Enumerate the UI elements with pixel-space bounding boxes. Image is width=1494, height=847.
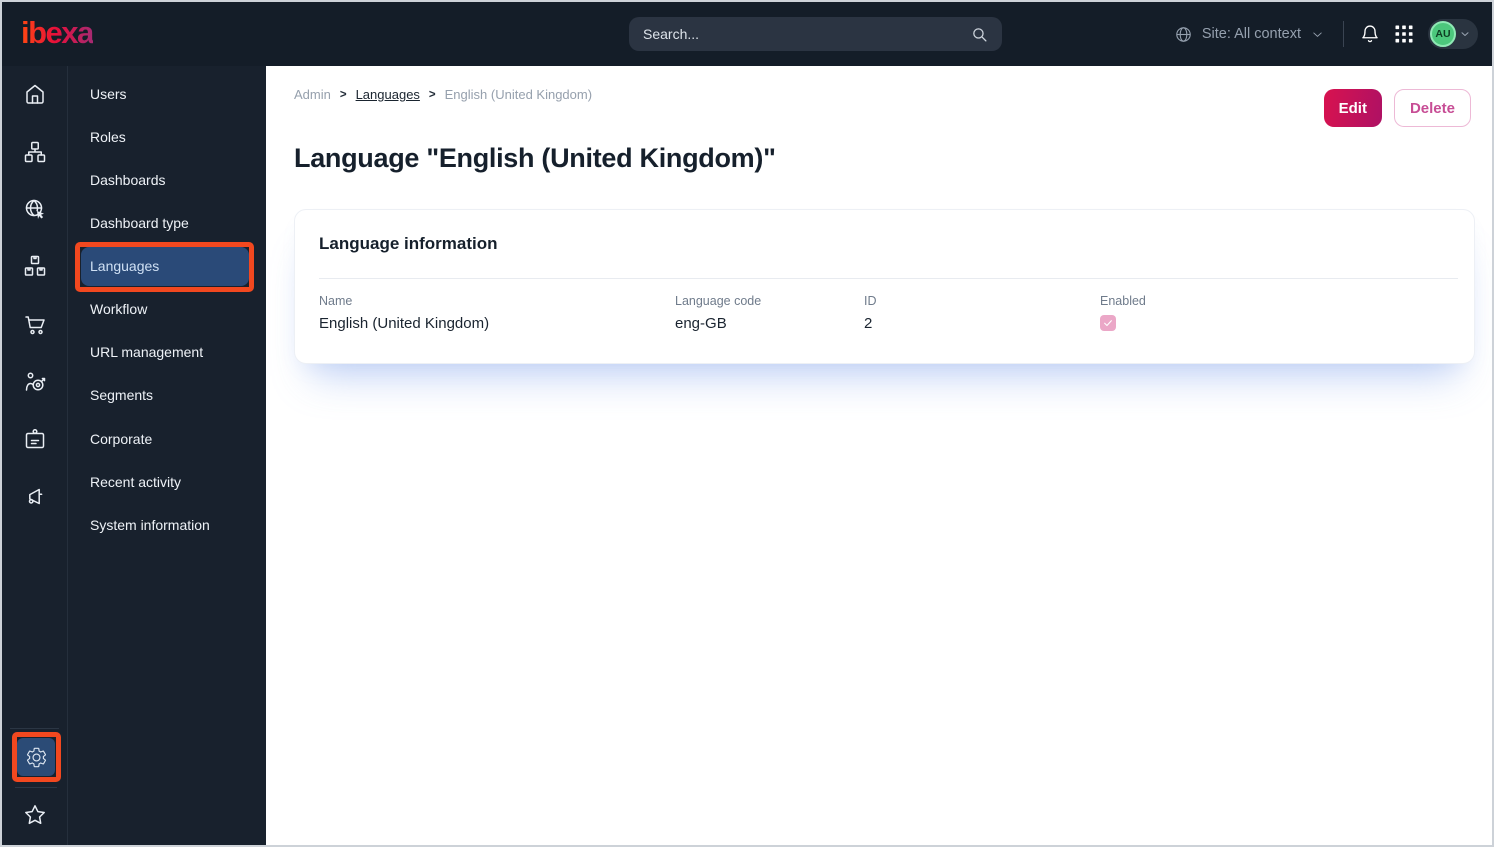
card-heading: Language information <box>319 234 498 253</box>
app-window: ibexa Site: All context <box>0 0 1494 847</box>
field-label: ID <box>864 294 877 308</box>
field-label: Language code <box>675 294 762 308</box>
enabled-checkbox[interactable] <box>1100 315 1116 331</box>
commerce-cart-icon <box>24 316 45 335</box>
card-divider <box>319 278 1458 279</box>
rail-item-site[interactable] <box>2 189 67 229</box>
rail-item-products[interactable] <box>2 246 67 286</box>
personalization-target-icon <box>25 372 45 391</box>
search-icon <box>973 27 987 42</box>
gear-icon <box>26 747 46 767</box>
page-title: Language "English (United Kingdom)" <box>294 143 776 173</box>
main-nav-rail <box>2 66 67 845</box>
topbar-right-cluster: Site: All context AU <box>1174 2 1478 66</box>
delete-button[interactable]: Delete <box>1393 89 1471 127</box>
field-value: eng-GB <box>675 315 727 332</box>
search-input[interactable] <box>643 26 971 42</box>
field-id: ID 2 <box>864 294 1100 332</box>
admin-sidebar: Users Roles Dashboards Dashboard type La… <box>67 66 266 845</box>
site-globe-cursor-icon <box>25 199 44 219</box>
sidebar-item-label: Users <box>90 86 127 102</box>
rail-item-personalization[interactable] <box>2 362 67 402</box>
notifications-button[interactable] <box>1360 24 1380 44</box>
language-information-card: Language information Name English (Unite… <box>294 209 1475 364</box>
rail-divider <box>15 787 57 788</box>
sidebar-item-label: URL management <box>90 344 204 360</box>
user-menu[interactable]: AU <box>1428 19 1478 49</box>
sidebar-item-dashboard-type[interactable]: Dashboard type <box>68 202 266 244</box>
sidebar-item-label: Dashboards <box>90 172 166 188</box>
rail-divider <box>10 728 59 729</box>
checkmark-icon <box>1104 320 1112 327</box>
products-boxes-icon <box>24 255 45 276</box>
edit-button[interactable]: Edit <box>1323 89 1382 127</box>
rail-item-commerce[interactable] <box>2 304 67 344</box>
site-context-label: Site: All context <box>1201 26 1301 42</box>
site-context-selector[interactable]: Site: All context <box>1174 25 1325 44</box>
global-search[interactable] <box>629 17 1002 51</box>
field-value: 2 <box>864 315 873 332</box>
sidebar-item-system-information[interactable]: System information <box>68 504 266 546</box>
sidebar-item-label: System information <box>90 517 210 533</box>
sidebar-item-corporate[interactable]: Corporate <box>68 418 266 460</box>
breadcrumb-link-languages[interactable]: Languages <box>356 87 420 102</box>
sidebar-item-label: Corporate <box>90 431 153 447</box>
field-name: Name English (United Kingdom) <box>319 294 675 332</box>
sidebar-item-label: Segments <box>90 387 154 403</box>
sidebar-item-languages[interactable]: Languages <box>68 245 266 287</box>
rail-item-home[interactable] <box>2 74 67 114</box>
app-grid-icon <box>1395 25 1413 43</box>
rail-item-bookmarks[interactable] <box>2 795 67 835</box>
sidebar-item-users[interactable]: Users <box>68 73 266 115</box>
rail-item-content-tree[interactable] <box>2 132 67 172</box>
field-value: English (United Kingdom) <box>319 315 490 332</box>
main-content: Admin > Languages > English (United King… <box>266 66 1492 845</box>
ibexa-logo[interactable]: ibexa <box>21 15 94 51</box>
page-actions: Edit Delete <box>1323 89 1471 127</box>
sidebar-item-label: Languages <box>90 258 160 274</box>
sidebar-item-label: Dashboard type <box>90 215 189 231</box>
breadcrumb-separator: > <box>339 88 347 101</box>
breadcrumb: Admin > Languages > English (United King… <box>294 87 592 102</box>
corporate-badge-icon <box>25 428 44 449</box>
megaphone-icon <box>28 488 42 505</box>
breadcrumb-item-current: English (United Kingdom) <box>444 87 593 102</box>
breadcrumb-item-admin: Admin <box>294 87 331 102</box>
globe-icon <box>1176 26 1191 42</box>
home-icon <box>25 84 44 104</box>
sidebar-item-segments[interactable]: Segments <box>68 374 266 416</box>
rail-item-marketing[interactable] <box>2 477 67 517</box>
sidebar-item-label: Workflow <box>90 301 148 317</box>
language-fields: Name English (United Kingdom) Language c… <box>319 294 1458 332</box>
topbar-divider <box>1343 21 1344 47</box>
sidebar-item-url-management[interactable]: URL management <box>68 331 266 373</box>
sidebar-item-recent-activity[interactable]: Recent activity <box>68 461 266 503</box>
chevron-down-icon <box>1313 32 1322 37</box>
app-switcher-button[interactable] <box>1395 25 1413 43</box>
field-label: Name <box>319 294 353 308</box>
content-tree-icon <box>24 141 45 163</box>
rail-item-admin-settings[interactable] <box>17 738 55 776</box>
avatar: AU <box>1430 21 1456 47</box>
bell-icon <box>1362 25 1378 43</box>
top-bar: ibexa Site: All context <box>2 2 1492 66</box>
star-icon <box>24 805 45 825</box>
sidebar-item-dashboards[interactable]: Dashboards <box>68 159 266 201</box>
sidebar-item-workflow[interactable]: Workflow <box>68 288 266 330</box>
chevron-down-icon <box>1461 32 1469 36</box>
field-enabled: Enabled <box>1100 294 1458 332</box>
field-language-code: Language code eng-GB <box>675 294 864 332</box>
sidebar-item-label: Recent activity <box>90 474 182 490</box>
rail-item-corporate[interactable] <box>2 419 67 459</box>
field-label: Enabled <box>1100 294 1146 308</box>
sidebar-item-label: Roles <box>90 129 126 145</box>
sidebar-item-roles[interactable]: Roles <box>68 116 266 158</box>
breadcrumb-separator: > <box>428 88 436 101</box>
